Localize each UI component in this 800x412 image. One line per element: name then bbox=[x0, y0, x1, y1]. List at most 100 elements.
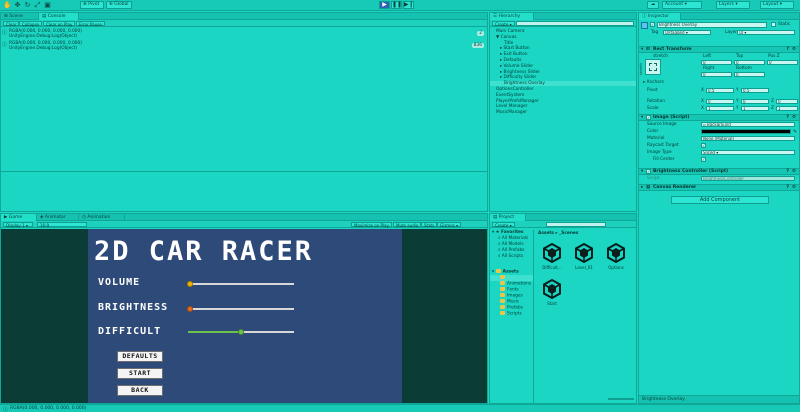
help-icon[interactable]: ? bbox=[786, 185, 789, 191]
folder-item[interactable]: Prefabs bbox=[490, 305, 533, 311]
log-entry[interactable]: ⓘ RGBA(0.000, 0.000, 0.000, 0.000) Unity… bbox=[1, 41, 487, 52]
tab-scene[interactable]: ⊞ Scene bbox=[1, 13, 39, 20]
rotation-y-field[interactable]: 0 bbox=[741, 99, 769, 104]
scale-y-field[interactable]: 1 bbox=[741, 106, 769, 111]
pause-button[interactable]: ❚❚ bbox=[391, 1, 402, 9]
favorite-item[interactable]: ⌕ All Materials bbox=[490, 236, 533, 241]
play-button[interactable]: ▶ bbox=[379, 1, 390, 9]
log-entry[interactable]: ⓘ RGBA(0.000, 0.000, 0.000, 0.000) Unity… bbox=[1, 29, 487, 40]
move-tool-icon[interactable]: ✥ bbox=[13, 1, 22, 9]
right-field[interactable]: 0 bbox=[701, 72, 732, 77]
active-checkbox[interactable]: ✓ bbox=[650, 22, 655, 27]
scene-asset[interactable]: Difficult... bbox=[538, 241, 566, 275]
global-toggle[interactable]: ⊕ Global bbox=[106, 1, 132, 9]
back-button[interactable]: BACK bbox=[117, 385, 163, 396]
volume-slider[interactable] bbox=[187, 280, 294, 288]
tab-inspector[interactable]: ⓘ Inspector bbox=[639, 13, 681, 20]
settings-gear-icon[interactable]: ⚙ bbox=[792, 185, 796, 191]
brightness-controller-checkbox[interactable]: ✓ bbox=[646, 169, 651, 174]
pivot-toggle[interactable]: ⊕ Pivot bbox=[80, 1, 104, 9]
assets-header[interactable]: ▾ Assets bbox=[492, 269, 533, 275]
help-icon[interactable]: ? bbox=[786, 115, 789, 121]
game-view[interactable]: 2D CAR RACER VOLUME BRIGHTNESS DIFFICULT… bbox=[1, 229, 487, 403]
tab-animator[interactable]: ◈ Animator bbox=[37, 214, 79, 221]
material-field[interactable]: None (Material) bbox=[701, 136, 795, 141]
collapse-button[interactable]: Collapse bbox=[19, 21, 42, 27]
settings-gear-icon[interactable]: ⚙ bbox=[792, 47, 796, 53]
pivot-y-field[interactable]: 0.5 bbox=[741, 88, 769, 93]
settings-gear-icon[interactable]: ⚙ bbox=[792, 169, 796, 175]
favorite-item[interactable]: ⌕ All Models bbox=[490, 242, 533, 247]
status-message[interactable]: RGBA(0.000, 0.000, 0.000, 0.000) bbox=[10, 406, 86, 412]
help-icon[interactable]: ? bbox=[786, 47, 789, 53]
scale-z-field[interactable]: 1 bbox=[776, 106, 798, 111]
hierarchy-item[interactable]: Level Manager bbox=[490, 104, 636, 109]
top-field[interactable]: 0 bbox=[734, 60, 765, 65]
rotation-z-field[interactable]: 0 bbox=[776, 99, 798, 104]
scale-tool-icon[interactable]: ⤢ bbox=[33, 1, 42, 9]
raycast-target-checkbox[interactable]: ✓ bbox=[701, 143, 706, 148]
stats-toggle[interactable]: Stats bbox=[421, 222, 438, 228]
brightness-controller-header[interactable]: ▾ ✓ Brightness Controller (Script) ? ⚙ bbox=[639, 168, 799, 175]
hierarchy-item[interactable]: Title bbox=[490, 41, 636, 46]
hierarchy-item[interactable]: ▸ Difficulty Slider bbox=[490, 75, 636, 80]
tab-game[interactable]: ▶ Game bbox=[1, 214, 37, 221]
static-checkbox[interactable] bbox=[771, 22, 776, 27]
hierarchy-item[interactable]: MusicManager bbox=[490, 110, 636, 115]
tag-dropdown[interactable]: Untagged ▾ bbox=[663, 30, 711, 35]
tab-hierarchy[interactable]: ☰ Hierarchy bbox=[490, 13, 534, 20]
source-image-field[interactable]: ▫ Background bbox=[701, 122, 795, 127]
scene-asset[interactable]: Level_01 bbox=[570, 241, 598, 275]
display-dropdown[interactable]: Display 1 ▾ bbox=[3, 222, 33, 228]
anchors-foldout[interactable]: ▸ Anchors bbox=[643, 80, 664, 85]
brightness-slider[interactable] bbox=[187, 305, 294, 313]
image-script-header[interactable]: ▾ ✓ Image (Script) ? ⚙ bbox=[639, 114, 799, 121]
hierarchy-item[interactable]: ▸ Defaults bbox=[490, 58, 636, 63]
account-dropdown[interactable]: Account ▾ bbox=[662, 1, 702, 9]
hierarchy-create-button[interactable]: Create ▾ bbox=[492, 21, 515, 27]
hierarchy-search-input[interactable] bbox=[516, 21, 634, 26]
step-button[interactable]: ▶❙ bbox=[403, 1, 414, 9]
hierarchy-item[interactable]: OptionsController bbox=[490, 87, 636, 92]
scale-x-field[interactable]: 1 bbox=[706, 106, 734, 111]
mute-audio-toggle[interactable]: Mute audio bbox=[393, 222, 422, 228]
tab-console[interactable]: ▤ Console bbox=[39, 13, 79, 20]
favorite-item[interactable]: ⌕ All Prefabs bbox=[490, 248, 533, 253]
hierarchy-item[interactable]: EventSystem bbox=[490, 93, 636, 98]
posz-field[interactable]: 0 bbox=[767, 60, 798, 65]
image-type-dropdown[interactable]: Sliced ▾ bbox=[701, 150, 795, 155]
left-field[interactable]: 0 bbox=[701, 60, 732, 65]
hand-tool-icon[interactable]: ✋ bbox=[3, 1, 12, 9]
hierarchy-item[interactable]: Main Camera bbox=[490, 29, 636, 34]
difficulty-slider[interactable] bbox=[188, 328, 294, 336]
folder-item[interactable]: Scripts bbox=[490, 311, 533, 317]
difficulty-slider-knob[interactable] bbox=[238, 329, 244, 335]
rotation-x-field[interactable]: 0 bbox=[706, 99, 734, 104]
pivot-x-field[interactable]: 0.5 bbox=[706, 88, 734, 93]
scene-asset[interactable]: Options bbox=[602, 241, 630, 275]
defaults-button[interactable]: DEFAULTS bbox=[117, 351, 163, 362]
folder-item[interactable]: Images bbox=[490, 293, 533, 299]
gizmos-dropdown[interactable]: Gizmos ▾ bbox=[437, 222, 462, 228]
icon-size-slider[interactable] bbox=[608, 398, 634, 400]
aspect-dropdown[interactable]: 16:9 bbox=[37, 222, 87, 228]
folder-item[interactable]: Fonts bbox=[490, 287, 533, 293]
favorite-item[interactable]: ⌕ All Scripts bbox=[490, 254, 533, 259]
image-enabled-checkbox[interactable]: ✓ bbox=[646, 115, 651, 120]
hierarchy-item[interactable]: PlayerPrefsManager bbox=[490, 99, 636, 104]
layout-dropdown[interactable]: Layout ▾ bbox=[760, 1, 794, 9]
error-pause-button[interactable]: Error Pause bbox=[76, 21, 105, 27]
folder-item[interactable]: Music bbox=[490, 299, 533, 305]
console-divider[interactable] bbox=[1, 171, 487, 172]
volume-slider-knob[interactable] bbox=[187, 281, 194, 287]
game-canvas[interactable]: 2D CAR RACER VOLUME BRIGHTNESS DIFFICULT… bbox=[88, 229, 402, 403]
clear-on-play-button[interactable]: Clear on Play bbox=[43, 21, 76, 27]
folder-item-scenes[interactable] bbox=[490, 275, 533, 281]
anchor-presets-button[interactable] bbox=[645, 59, 661, 75]
tab-project[interactable]: ▤ Project bbox=[490, 214, 526, 221]
project-search-input[interactable] bbox=[546, 222, 606, 227]
canvas-renderer-header[interactable]: ▸ ▦ Canvas Renderer ? ⚙ bbox=[639, 184, 799, 191]
hierarchy-item[interactable]: ▸ Exit Button bbox=[490, 52, 636, 57]
hierarchy-item[interactable]: ▸ Start Button bbox=[490, 46, 636, 51]
collab-cloud-icon[interactable]: ☁ bbox=[647, 1, 659, 9]
